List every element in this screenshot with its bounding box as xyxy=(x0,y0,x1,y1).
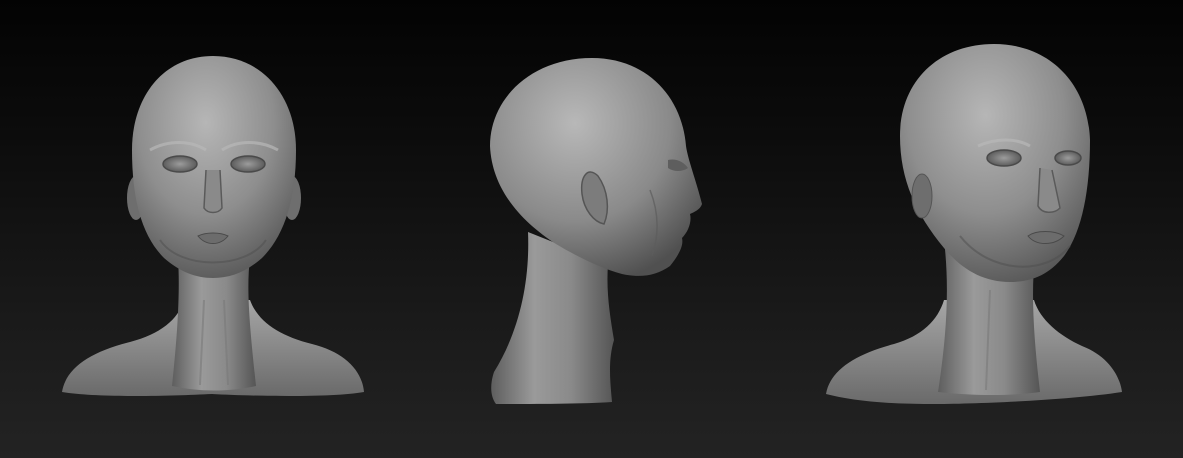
bust-three-quarter xyxy=(826,44,1122,404)
front-eye-left xyxy=(162,155,198,173)
sculpt-viewport xyxy=(0,0,1183,458)
tq-eye-right xyxy=(1054,150,1082,166)
tq-ear xyxy=(911,173,933,219)
front-eye-right xyxy=(230,155,266,173)
tq-eye-left xyxy=(986,149,1022,167)
front-nose xyxy=(203,169,223,214)
bust-front xyxy=(62,56,364,396)
front-head xyxy=(132,56,296,278)
bust-side xyxy=(490,58,702,404)
render-canvas xyxy=(62,44,1122,404)
